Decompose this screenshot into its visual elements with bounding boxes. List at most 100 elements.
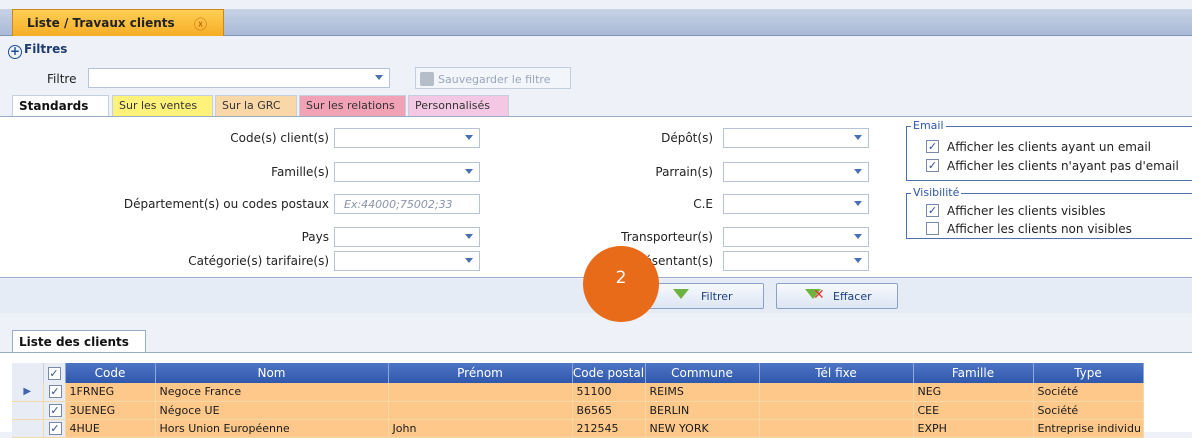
cell-code: 3UENEG [65,401,156,420]
departement-label: Département(s) ou codes postaux [123,197,329,211]
col-commune[interactable]: Commune [645,363,760,383]
depot-select[interactable] [723,128,869,148]
cell-type: Société [1033,401,1144,420]
cell-commune: REIMS [645,383,760,402]
chevron-down-icon[interactable] [854,234,862,239]
chevron-down-icon[interactable] [854,258,862,263]
cell-tel [759,383,914,402]
col-code[interactable]: Code [65,363,156,383]
tab-sur-la-grc[interactable]: Sur la GRC [215,95,297,116]
filter-select[interactable] [88,68,390,88]
ce-select[interactable] [723,194,869,214]
cell-commune: NEW YORK [645,419,760,438]
collapse-icon[interactable]: + [8,45,22,59]
col-prenom[interactable]: Prénom [388,363,573,383]
col-code-postal[interactable]: Code postal [572,363,646,383]
chevron-down-icon[interactable] [465,169,473,174]
chevron-down-icon[interactable] [375,75,383,80]
col-nom[interactable]: Nom [155,363,389,383]
filters-section-header[interactable]: + Filtres [8,42,67,59]
visibility-group-title: Visibilité [911,186,962,199]
tab-sur-les-relations[interactable]: Sur les relations [299,95,406,116]
cell-tel [759,401,914,420]
cell-type: Société [1033,383,1144,402]
email-group: Email ✓ Afficher les clients ayant un em… [906,119,1192,181]
table-row[interactable]: ✓ 3UENEG Négoce UE B6565 BERLIN CEE Soci… [12,401,1144,420]
parrain-select[interactable] [723,162,869,182]
select-all-checkbox[interactable]: ✓ [47,367,61,380]
email-option-1: Afficher les clients ayant un email [947,140,1152,154]
step-badge: 2 [583,246,659,322]
cell-code: 1FRNEG [65,383,156,402]
code-client-label: Code(s) client(s) [230,131,329,145]
table-row[interactable]: ▶ ✓ 1FRNEG Negoce France 51100 REIMS NEG… [12,383,1144,402]
email-checkbox-1[interactable]: ✓ [926,140,939,153]
categorie-label: Catégorie(s) tarifaire(s) [188,254,329,268]
visibility-checkbox-2[interactable] [926,222,939,235]
email-checkbox-2[interactable]: ✓ [926,159,939,172]
col-famille[interactable]: Famille [913,363,1034,383]
funnel-icon [673,289,689,299]
row-checkbox[interactable]: ✓ [48,403,62,417]
tab-standards[interactable]: Standards [12,95,109,116]
email-option-2: Afficher les clients n'ayant pas d'email [947,159,1179,173]
tab-liste-des-clients[interactable]: Liste des clients [12,330,146,352]
table-row[interactable]: ✓ 4HUE Hors Union Européenne John 212545… [12,419,1144,438]
visibility-group: Visibilité ✓ Afficher les clients visibl… [906,186,1192,239]
cell-nom: Hors Union Européenne [155,419,389,438]
chevron-down-icon[interactable] [854,169,862,174]
indicator-header [12,363,44,383]
close-tab-icon[interactable]: ⓧ [194,14,207,33]
row-checkbox[interactable]: ✓ [48,385,62,399]
tab-label: Liste / Travaux clients [27,16,175,30]
row-checkbox[interactable]: ✓ [48,421,62,435]
cell-prenom [388,383,573,402]
clients-grid: ✓ Code Nom Prénom Code postal Commune Té… [0,352,1192,438]
cell-commune: BERLIN [645,401,760,420]
chevron-down-icon[interactable] [465,258,473,263]
departement-input[interactable]: Ex:44000;75002;33 [334,194,480,214]
chevron-down-icon[interactable] [854,201,862,206]
parrain-label: Parrain(s) [655,165,713,179]
cell-prenom [388,401,573,420]
cell-cp: B6565 [572,401,646,420]
tab-sur-les-ventes[interactable]: Sur les ventes [112,95,213,116]
transporteur-label: Transporteur(s) [621,230,713,244]
select-all-header[interactable]: ✓ [43,363,66,383]
representant-select[interactable] [723,251,869,271]
clear-button[interactable]: ✕ Effacer [776,283,898,309]
pays-select[interactable] [334,227,480,247]
cell-nom: Négoce UE [155,401,389,420]
email-group-title: Email [911,119,946,132]
top-tab-bar: Liste / Travaux clients ⓧ [0,9,1192,36]
cell-cp: 212545 [572,419,646,438]
code-client-select[interactable] [334,128,480,148]
col-tel-fixe[interactable]: Tél fixe [759,363,914,383]
transporteur-select[interactable] [723,227,869,247]
famille-label: Famille(s) [271,165,329,179]
famille-select[interactable] [334,162,480,182]
cell-famille: NEG [913,383,1034,402]
chevron-down-icon[interactable] [465,234,473,239]
save-filter-label: Sauvegarder le filtre [438,73,551,86]
x-icon: ✕ [813,287,825,303]
chevron-down-icon[interactable] [465,135,473,140]
cell-nom: Negoce France [155,383,389,402]
filter-button[interactable]: Filtrer [642,283,764,309]
chevron-down-icon[interactable] [854,135,862,140]
tab-liste-travaux-clients[interactable]: Liste / Travaux clients ⓧ [12,9,224,36]
cell-type: Entreprise individu [1033,419,1144,438]
cell-famille: EXPH [913,419,1034,438]
tab-personnalises[interactable]: Personnalisés [408,95,509,116]
cell-tel [759,419,914,438]
filter-label: Filtre [47,72,77,86]
row-pointer-icon: ▶ [12,383,44,402]
visibility-checkbox-1[interactable]: ✓ [926,204,939,217]
pays-label: Pays [301,230,329,244]
visibility-option-2: Afficher les clients non visibles [947,222,1132,236]
col-type[interactable]: Type [1033,363,1144,383]
cell-prenom: John [388,419,573,438]
save-filter-button[interactable]: Sauvegarder le filtre [415,67,571,89]
cell-famille: CEE [913,401,1034,420]
categorie-select[interactable] [334,251,480,271]
